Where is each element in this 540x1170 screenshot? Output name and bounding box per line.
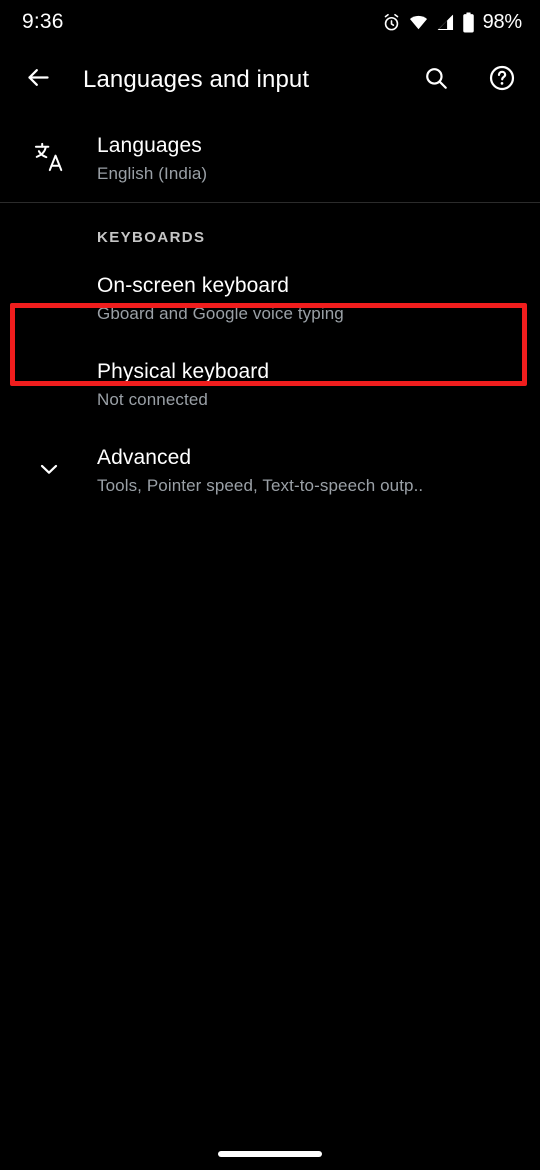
settings-list: Languages English (India) KEYBOARDS On-s… — [0, 116, 540, 514]
languages-row-icon-slot — [0, 141, 97, 178]
page-title: Languages and input — [83, 66, 310, 93]
section-header-keyboards: KEYBOARDS — [97, 229, 206, 246]
cellular-signal-icon — [436, 13, 455, 32]
status-bar-icons: 98% — [382, 11, 522, 34]
help-button[interactable] — [478, 56, 526, 104]
back-button[interactable] — [14, 56, 62, 104]
search-icon — [423, 65, 449, 96]
list-item-subtitle: Gboard and Google voice typing — [97, 304, 344, 323]
physical-keyboard-row-text: Physical keyboard Not connected — [97, 358, 524, 412]
list-item-title: On-screen keyboard — [97, 274, 290, 297]
list-item-title: Physical keyboard — [97, 360, 270, 383]
search-button[interactable] — [412, 56, 460, 104]
list-item-advanced[interactable]: Advanced Tools, Pointer speed, Text-to-s… — [0, 428, 540, 514]
list-item-subtitle: Tools, Pointer speed, Text-to-speech out… — [97, 476, 424, 495]
on-screen-keyboard-row-text: On-screen keyboard Gboard and Google voi… — [97, 272, 524, 326]
list-item-title: Advanced — [97, 446, 192, 469]
status-bar-clock: 9:36 — [22, 10, 64, 33]
chevron-down-icon — [36, 456, 62, 487]
app-bar: Languages and input — [0, 44, 540, 116]
help-icon — [488, 64, 516, 97]
wifi-icon — [408, 13, 429, 32]
alarm-icon — [382, 13, 401, 32]
advanced-row-icon-slot — [0, 456, 97, 487]
languages-row-text: Languages English (India) — [97, 132, 524, 186]
battery-icon — [462, 12, 475, 33]
list-item-on-screen-keyboard[interactable]: On-screen keyboard Gboard and Google voi… — [0, 256, 540, 342]
list-item-subtitle: Not connected — [97, 390, 208, 409]
back-arrow-icon — [25, 64, 52, 96]
list-item-subtitle: English (India) — [97, 164, 208, 183]
list-item-title: Languages — [97, 134, 202, 157]
translate-icon — [33, 141, 65, 178]
battery-percent-label: 98% — [482, 10, 523, 33]
advanced-row-text: Advanced Tools, Pointer speed, Text-to-s… — [97, 444, 524, 498]
home-indicator[interactable] — [218, 1151, 322, 1157]
list-item-physical-keyboard[interactable]: Physical keyboard Not connected — [0, 342, 540, 428]
list-item-languages[interactable]: Languages English (India) — [0, 116, 540, 202]
status-bar: 9:36 98% — [0, 0, 540, 44]
